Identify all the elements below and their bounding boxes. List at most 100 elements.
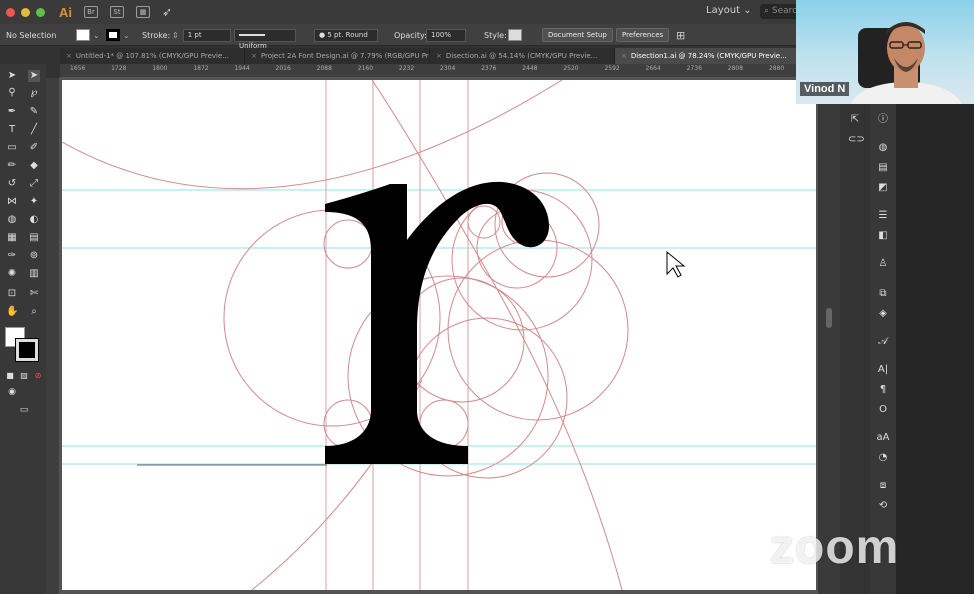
line-tool-icon[interactable]: ╱ [28, 124, 40, 136]
type-tool-icon[interactable]: T [6, 124, 18, 136]
arrange-documents-icon[interactable]: ▦ [136, 6, 150, 18]
opentype-icon[interactable]: O [876, 404, 890, 416]
ruler-tick-label: 2592 [604, 65, 620, 72]
blend-tool-icon[interactable]: ⊚ [28, 250, 40, 262]
stroke-swatch[interactable]: ⌄ [106, 24, 130, 46]
scroll-thumb[interactable] [826, 308, 832, 328]
construction-arc [62, 80, 563, 190]
selection-status: No Selection [6, 30, 57, 40]
dot-icon: ● [319, 30, 326, 39]
none-mode-icon[interactable]: ⊘ [32, 370, 44, 382]
screen-mode-icon[interactable]: ▭ [18, 404, 30, 416]
horizontal-ruler[interactable]: 1656 1728 1800 1872 1944 2016 2088 2160 2232 2304… [60, 64, 800, 78]
pathfinder-icon[interactable]: ⧈ [876, 480, 890, 492]
graph-tool-icon[interactable]: ▥ [28, 268, 40, 280]
artboard[interactable] [62, 80, 816, 590]
ruler-tick-label: 2664 [645, 65, 661, 72]
links-icon[interactable]: ⊂⊃ [848, 134, 865, 146]
type-panel-icon[interactable]: 𝒜 [876, 336, 890, 348]
bridge-icon[interactable]: Br [84, 6, 98, 18]
arrange-icon[interactable]: ⊞ [676, 24, 685, 46]
tab-disection[interactable]: × Disection.ai @ 54.14% (CMYK/GPU Previe.… [430, 48, 615, 64]
color-guide-icon[interactable]: ◍ [876, 142, 890, 154]
rotate-tool-icon[interactable]: ↺ [6, 178, 18, 190]
tab-untitled[interactable]: × Untitled-1* @ 107.81% (CMYK/GPU Previe.… [60, 48, 245, 64]
minimize-window-button[interactable] [21, 7, 30, 17]
stroke-panel-icon[interactable]: ☰ [876, 210, 890, 222]
eraser-tool-icon[interactable]: ◆ [28, 160, 40, 172]
shape-builder-tool-icon[interactable]: ◍ [6, 214, 18, 226]
transform-icon[interactable]: ⟲ [876, 500, 890, 512]
artboard-artwork [62, 80, 816, 590]
tab-project-font-design[interactable]: × Project 2A Font Design.ai @ 7.79% (RGB/… [245, 48, 430, 64]
close-icon[interactable]: × [251, 52, 257, 60]
vertical-scrollbar[interactable] [818, 78, 840, 594]
graphic-style-swatch[interactable] [508, 24, 522, 46]
window-controls [6, 7, 45, 17]
pen-tool-icon[interactable]: ✒ [6, 106, 18, 118]
zoom-tool-icon[interactable]: ⌕ [28, 306, 40, 318]
layers-icon[interactable]: ◈ [876, 308, 890, 320]
stroke-color-box[interactable] [15, 338, 39, 362]
ruler-tick-label: 2520 [563, 65, 579, 72]
gradient-tool-icon[interactable]: ▤ [28, 232, 40, 244]
artboards-icon[interactable]: ⧉ [876, 288, 890, 300]
tab-disection1[interactable]: × Disection1.ai @ 78.24% (CMYK/GPU Previe… [615, 48, 800, 64]
gradient-mode-icon[interactable]: ▨ [18, 370, 30, 382]
shaper-tool-icon[interactable]: ✏ [6, 160, 18, 172]
magic-wand-tool-icon[interactable]: ⚲ [6, 87, 18, 99]
swatches-icon[interactable]: ▤ [876, 162, 890, 174]
character-icon[interactable]: A| [876, 364, 890, 376]
variable-width-profile[interactable]: Uniform [234, 24, 296, 50]
curvature-tool-icon[interactable]: ✎ [28, 106, 40, 118]
brushes-icon[interactable]: ◩ [876, 182, 890, 194]
stock-icon[interactable]: St [110, 6, 124, 18]
appearance-icon[interactable]: ◔ [876, 452, 890, 464]
gpu-performance-icon[interactable]: ➶ [162, 5, 172, 19]
draw-mode-icon[interactable]: ◉ [6, 386, 18, 398]
symbol-sprayer-tool-icon[interactable]: ✺ [6, 268, 18, 280]
canvas-area[interactable] [60, 78, 818, 594]
opacity-field[interactable]: 100% [426, 24, 466, 46]
document-setup-button[interactable]: Document Setup [542, 24, 613, 46]
mouse-cursor-icon [666, 250, 686, 278]
illustrator-logo: Ai [59, 4, 72, 20]
glyphs-icon[interactable]: aA [876, 432, 890, 444]
direct-selection-tool-icon[interactable]: ➤ [28, 70, 40, 82]
close-window-button[interactable] [6, 7, 15, 17]
selection-tool-icon[interactable]: ➤ [6, 70, 18, 82]
eyedropper-tool-icon[interactable]: ✑ [6, 250, 18, 262]
control-bar: No Selection ⌄ ⌄ Stroke: ⇕ 1 pt Uniform ●… [0, 24, 800, 50]
export-icon[interactable]: ⇱ [848, 114, 862, 126]
zoom-window-button[interactable] [36, 7, 45, 17]
rectangle-tool-icon[interactable]: ▭ [6, 142, 18, 154]
puppet-warp-tool-icon[interactable]: ✦ [28, 196, 40, 208]
close-icon[interactable]: × [66, 52, 72, 60]
slice-tool-icon[interactable]: ✄ [28, 288, 40, 300]
hand-tool-icon[interactable]: ✋ [6, 306, 18, 318]
brush-definition[interactable]: ● 5 pt. Round [314, 24, 378, 46]
workspace-switcher[interactable]: Layout ⌄ [706, 5, 752, 16]
close-icon[interactable]: × [621, 52, 627, 60]
empty-panel-area [896, 104, 974, 594]
paintbrush-tool-icon[interactable]: ✐ [28, 142, 40, 154]
color-mode-icon[interactable]: ■ [4, 370, 16, 382]
live-paint-tool-icon[interactable]: ◐ [28, 214, 40, 226]
info-icon[interactable]: ⓘ [876, 114, 890, 126]
puppet-icon[interactable]: ♙ [876, 258, 890, 270]
paragraph-icon[interactable]: ¶ [876, 384, 890, 396]
artboard-tool-icon[interactable]: ⊡ [6, 288, 18, 300]
tools-panel: ➤ ➤ ⚲ ℘ ✒ ✎ T ╱ ▭ ✐ ✏ ◆ ↺ ⤢ ⋈ ✦ ◍ ◐ ▦ ▤ … [0, 64, 46, 594]
lasso-tool-icon[interactable]: ℘ [28, 87, 40, 99]
search-input[interactable]: ⌕ Search [760, 4, 800, 19]
mesh-tool-icon[interactable]: ▦ [6, 232, 18, 244]
ruler-tick-label: 2448 [522, 65, 538, 72]
vertical-ruler[interactable] [46, 78, 60, 594]
width-tool-icon[interactable]: ⋈ [6, 196, 18, 208]
close-icon[interactable]: × [436, 52, 442, 60]
scale-tool-icon[interactable]: ⤢ [28, 178, 40, 190]
preferences-button[interactable]: Preferences [616, 24, 670, 46]
transparency-icon[interactable]: ◧ [876, 230, 890, 242]
fill-swatch[interactable]: ⌄ [76, 24, 100, 46]
stroke-weight-field[interactable]: ⇕ 1 pt [172, 24, 231, 46]
